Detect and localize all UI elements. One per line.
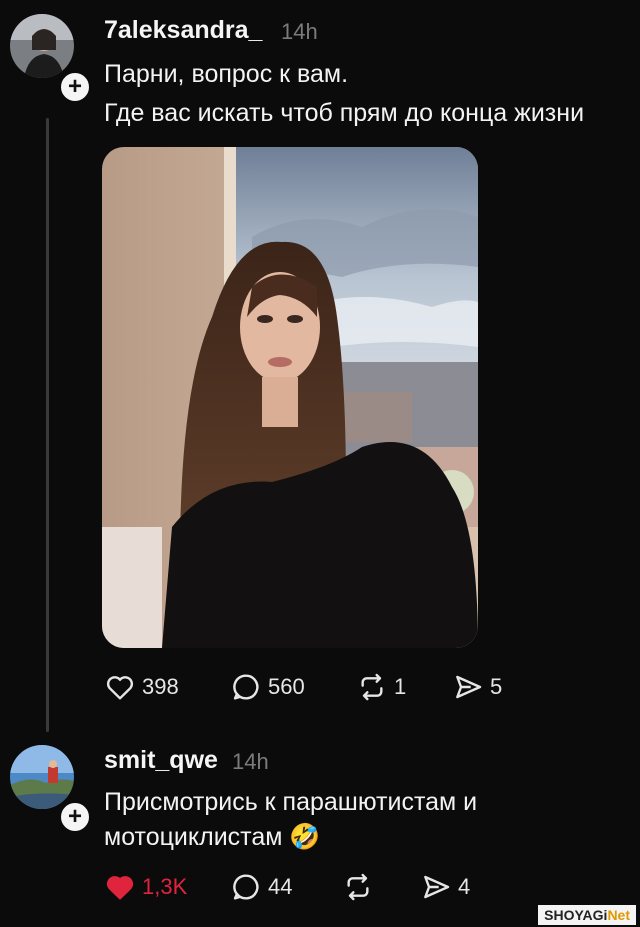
watermark-left: SHOYAGi — [544, 907, 608, 923]
reply-text-line-2: мотоциклистам — [104, 823, 283, 851]
repost-count: 1 — [394, 674, 407, 699]
comment-icon — [233, 674, 259, 700]
share-button[interactable]: 5 — [452, 671, 502, 703]
share-button[interactable]: 4 — [420, 871, 470, 903]
share-count: 5 — [490, 674, 503, 699]
post-text-line-1: Парни, вопрос к вам. — [104, 60, 349, 88]
reply-time: 14h — [232, 749, 269, 774]
avatar[interactable] — [10, 14, 74, 78]
share-count: 4 — [458, 874, 471, 899]
like-button[interactable]: 398 — [104, 671, 179, 703]
post-username[interactable]: 7aleksandra_ — [104, 16, 262, 45]
reply-text-line-1: Присмотрись к парашютистам и — [104, 788, 478, 816]
like-button[interactable]: 1,3K — [104, 871, 187, 903]
post-actions: 398 560 1 5 — [104, 671, 524, 711]
comment-button[interactable]: 44 — [230, 871, 292, 903]
comment-icon — [233, 874, 259, 900]
watermark: SHOYAGiNet — [538, 905, 636, 925]
repost-button[interactable]: 1 — [356, 671, 406, 703]
post-time: 14h — [281, 19, 318, 44]
reply-username[interactable]: smit_qwe — [104, 746, 218, 775]
like-count: 398 — [142, 674, 179, 699]
comment-button[interactable]: 560 — [230, 671, 305, 703]
post-photo[interactable] — [102, 147, 478, 648]
like-count: 1,3K — [142, 874, 188, 899]
post-text-line-2: Где вас искать чтоб прям до конца жизни — [104, 99, 585, 127]
watermark-right: Net — [607, 907, 630, 923]
follow-plus-icon[interactable]: + — [58, 800, 92, 834]
comment-count: 560 — [268, 674, 305, 699]
reply-post: + smit_qwe 14h Присмотрись к парашютиста… — [0, 740, 640, 927]
send-icon — [424, 875, 450, 899]
heart-filled-icon — [106, 876, 134, 900]
heart-icon — [106, 676, 134, 700]
reply-text-line-2-wrap: мотоциклистам 🤣 — [104, 819, 321, 856]
repost-button[interactable] — [342, 871, 374, 903]
laughing-emoji: 🤣 — [289, 823, 321, 851]
send-icon — [456, 675, 482, 699]
repost-icon — [347, 873, 369, 901]
comment-count: 44 — [268, 874, 293, 899]
avatar[interactable] — [10, 745, 74, 809]
main-post: + 7aleksandra_ 14h Парни, вопрос к вам. … — [0, 0, 640, 740]
thread-line — [46, 118, 49, 732]
follow-plus-icon[interactable]: + — [58, 70, 92, 104]
reply-actions: 1,3K 44 4 — [104, 871, 524, 911]
repost-icon — [361, 673, 383, 701]
